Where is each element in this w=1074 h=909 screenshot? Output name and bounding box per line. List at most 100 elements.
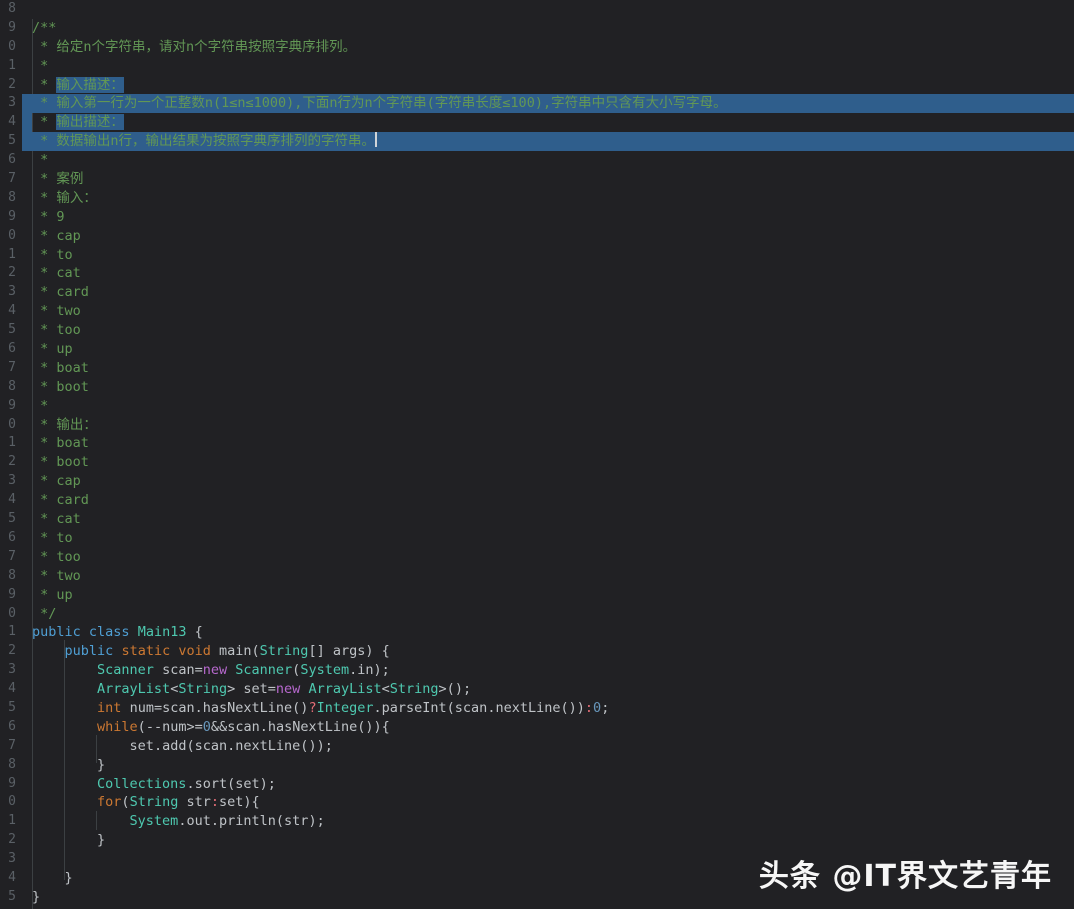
code-line[interactable]: System.out.println(str); <box>32 812 1074 831</box>
line-number: 0 <box>8 416 16 432</box>
code-editor[interactable]: 8 9 0 1 2 3 4 5 6 7 8 9 0 1 2 3 4 5 6 7 8 9 0 1 2 3 4 5 6 7 8 9 0 1 2 3 4 5 6 7… <box>0 0 1074 909</box>
code-line[interactable]: * boat <box>32 434 1074 453</box>
code-line[interactable]: * <box>32 57 1074 76</box>
line-number: 5 <box>8 888 16 904</box>
line-number: 3 <box>8 95 16 111</box>
comment-text: * two <box>32 567 81 584</box>
line-number: 2 <box>8 832 16 848</box>
line-number: 0 <box>8 605 16 621</box>
code-line[interactable]: */ <box>32 605 1074 624</box>
code-line[interactable]: } <box>32 756 1074 775</box>
code-line[interactable] <box>32 850 1074 869</box>
code-line[interactable]: * to <box>32 246 1074 265</box>
line-number: 4 <box>8 303 16 319</box>
code-line[interactable]: * 给定n个字符串，请对n个字符串按照字典序排列。 <box>32 38 1074 57</box>
line-number: 4 <box>8 114 16 130</box>
selection-band <box>22 113 32 133</box>
code-line[interactable]: * 输入描述： <box>32 76 1074 95</box>
code-line[interactable]: /** <box>32 19 1074 38</box>
code-line[interactable]: * card <box>32 283 1074 302</box>
code-line[interactable]: } <box>32 888 1074 907</box>
line-number: 6 <box>8 718 16 734</box>
selected-comment-text[interactable]: 数据输出n行，输出结果为按照字典序排列的字符串。 <box>56 133 376 150</box>
line-number: 8 <box>8 189 16 205</box>
line-number-gutter[interactable]: 8 9 0 1 2 3 4 5 6 7 8 9 0 1 2 3 4 5 6 7 8 9 0 1 2 3 4 5 6 7 8 9 0 1 2 3 4 5 6 7… <box>0 0 22 909</box>
comment-text: * too <box>32 322 81 339</box>
comment-text: * to <box>32 246 73 263</box>
code-line[interactable]: * 数据输出n行，输出结果为按照字典序排列的字符串。 <box>22 132 1074 152</box>
comment-text: * boat <box>32 435 89 452</box>
line-number: 8 <box>8 756 16 772</box>
code-line[interactable]: * cat <box>32 264 1074 283</box>
line-number: 3 <box>8 473 16 489</box>
code-line[interactable]: * 案例 <box>32 170 1074 189</box>
comment-text: * to <box>32 529 73 546</box>
code-line[interactable]: Collections.sort(set); <box>32 775 1074 794</box>
code-line[interactable]: * boat <box>32 359 1074 378</box>
line-number: 0 <box>8 227 16 243</box>
code-line[interactable]: * cap <box>32 227 1074 246</box>
code-line[interactable]: public static void main(String[] args) { <box>32 642 1074 661</box>
selected-comment-text[interactable]: 输入第一行为一个正整数n(1≤n≤1000),下面n行为n个字符串(字符串长度≤… <box>56 95 727 112</box>
code-line[interactable]: * up <box>32 586 1074 605</box>
comment-text: * cat <box>32 511 81 528</box>
comment-text: * cap <box>32 227 81 244</box>
code-line[interactable]: * 输出： <box>32 416 1074 435</box>
code-lines-container[interactable]: /** * 给定n个字符串，请对n个字符串按照字典序排列。 * * 输入描述： … <box>22 0 1074 907</box>
selected-comment-text[interactable]: 输入描述： <box>56 76 124 93</box>
line-number: 9 <box>8 19 16 35</box>
comment-text: * up <box>32 341 73 358</box>
code-line[interactable]: ArrayList<String> set=new ArrayList<Stri… <box>32 680 1074 699</box>
code-line[interactable]: * 输出描述： <box>22 113 1074 133</box>
code-line[interactable]: * 输入第一行为一个正整数n(1≤n≤1000),下面n行为n个字符串(字符串长… <box>22 94 1074 114</box>
comment-text: /** <box>32 19 57 36</box>
line-number: 5 <box>8 511 16 527</box>
line-number: 6 <box>8 529 16 545</box>
code-line[interactable]: * boot <box>32 453 1074 472</box>
code-line[interactable]: * 9 <box>32 208 1074 227</box>
code-line[interactable]: * card <box>32 491 1074 510</box>
comment-text: * boat <box>32 359 89 376</box>
code-line[interactable]: * <box>32 151 1074 170</box>
code-line[interactable]: * 输入： <box>32 189 1074 208</box>
code-line[interactable]: } <box>32 869 1074 888</box>
line-number: 4 <box>8 492 16 508</box>
line-number: 1 <box>8 435 16 451</box>
code-line[interactable]: for(String str:set){ <box>32 793 1074 812</box>
code-line[interactable]: * too <box>32 548 1074 567</box>
selected-comment-text[interactable]: 输出描述： <box>56 114 124 131</box>
comment-text: * <box>32 57 49 74</box>
code-line[interactable]: * two <box>32 302 1074 321</box>
comment-text: * 输出： <box>32 416 97 433</box>
code-line[interactable]: while(--num>=0&&scan.hasNextLine()){ <box>32 718 1074 737</box>
line-number: 2 <box>8 454 16 470</box>
code-line[interactable]: public class Main13 { <box>32 623 1074 642</box>
comment-text: * cat <box>32 265 81 282</box>
code-content-area[interactable]: /** * 给定n个字符串，请对n个字符串按照字典序排列。 * * 输入描述： … <box>22 0 1074 909</box>
code-line[interactable]: set.add(scan.nextLine()); <box>32 737 1074 756</box>
code-line[interactable]: } <box>32 831 1074 850</box>
code-line[interactable]: Scanner scan=new Scanner(System.in); <box>32 661 1074 680</box>
code-line[interactable]: * <box>32 397 1074 416</box>
line-number: 4 <box>8 681 16 697</box>
code-line[interactable] <box>32 0 1074 19</box>
line-number: 5 <box>8 322 16 338</box>
code-line[interactable]: int num=scan.hasNextLine()?Integer.parse… <box>32 699 1074 718</box>
line-number: 2 <box>8 265 16 281</box>
line-number: 1 <box>8 246 16 262</box>
comment-text: * boot <box>32 378 89 395</box>
line-number: 2 <box>8 76 16 92</box>
comment-text: * card <box>32 284 89 301</box>
comment-marker: * <box>32 114 57 131</box>
line-number: 7 <box>8 737 16 753</box>
code-line[interactable]: * up <box>32 340 1074 359</box>
comment-text: * cap <box>32 473 81 490</box>
code-line[interactable]: * two <box>32 567 1074 586</box>
code-line[interactable]: * cap <box>32 472 1074 491</box>
code-line[interactable]: * cat <box>32 510 1074 529</box>
comment-text: */ <box>32 605 57 622</box>
line-number: 8 <box>8 567 16 583</box>
code-line[interactable]: * too <box>32 321 1074 340</box>
code-line[interactable]: * to <box>32 529 1074 548</box>
code-line[interactable]: * boot <box>32 378 1074 397</box>
